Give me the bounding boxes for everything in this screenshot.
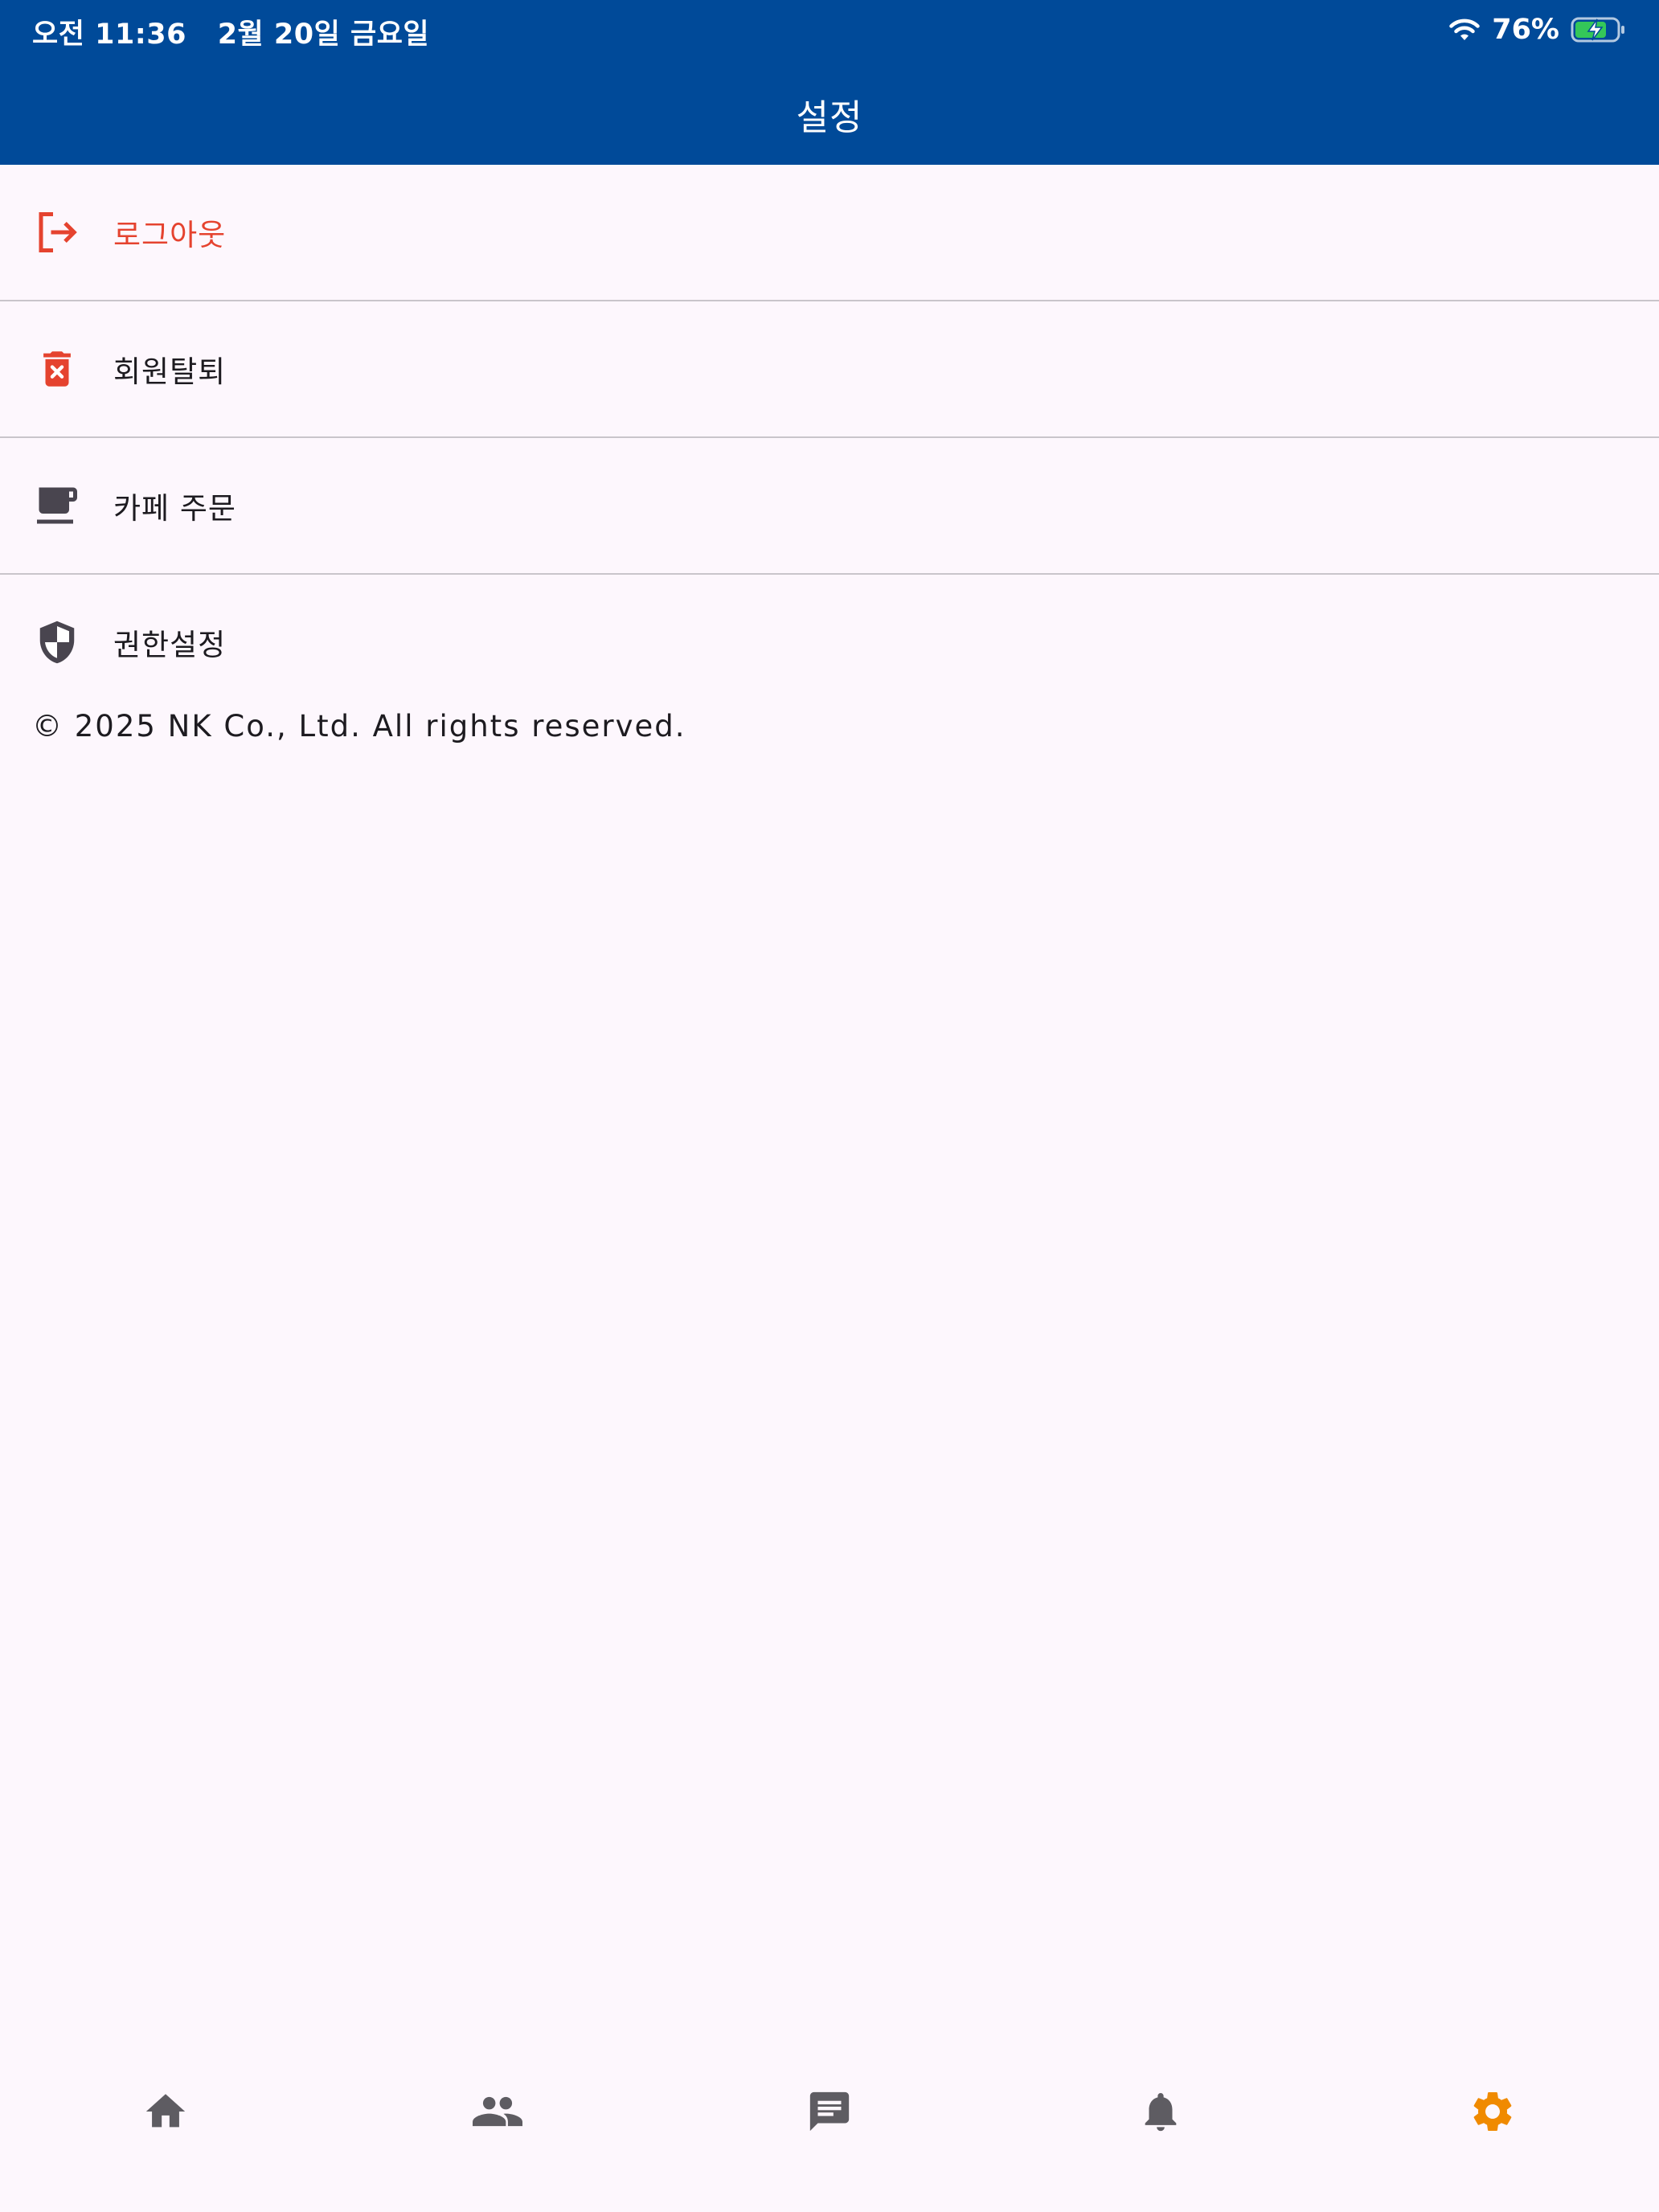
- settings-item-label: 권한설정: [113, 628, 227, 662]
- settings-item-label: 로그아웃: [113, 218, 227, 252]
- nav-notifications[interactable]: [1120, 2079, 1201, 2144]
- people-icon: [473, 2096, 522, 2127]
- settings-item-cafe-order[interactable]: 카페 주문: [0, 438, 1659, 575]
- wifi-icon: [1449, 18, 1480, 40]
- battery-charging-icon: [1571, 17, 1624, 43]
- logout-icon: [31, 206, 84, 259]
- settings-list: 로그아웃 회원탈퇴 카페 주문 권한설정: [0, 165, 1659, 710]
- home-icon: [145, 2094, 186, 2128]
- page-title: 설정: [796, 96, 863, 138]
- nav-home[interactable]: [125, 2079, 206, 2144]
- copyright-text: © 2025 NK Co., Ltd. All rights reserved.: [32, 709, 686, 743]
- battery-percent: 76%: [1492, 14, 1559, 46]
- bell-icon: [1145, 2093, 1177, 2132]
- status-indicators: 76%: [1448, 11, 1627, 48]
- settings-item-permissions[interactable]: 권한설정: [0, 575, 1659, 710]
- coffee-icon: [31, 479, 84, 532]
- settings-item-logout[interactable]: 로그아웃: [0, 165, 1659, 301]
- settings-item-delete-account[interactable]: 회원탈퇴: [0, 301, 1659, 438]
- nav-people[interactable]: [457, 2079, 538, 2144]
- shield-icon: [31, 616, 84, 669]
- delete-account-icon: [31, 342, 84, 395]
- gear-icon: [1473, 2092, 1512, 2131]
- status-time: 오전 11:36: [32, 18, 186, 51]
- app-bar: 설정: [0, 63, 1659, 165]
- settings-item-label: 카페 주문: [113, 491, 236, 526]
- nav-chat[interactable]: [789, 2079, 870, 2144]
- status-datetime: 오전 11:36 2월 20일 금요일: [32, 11, 450, 52]
- status-date: 2월 20일 금요일: [217, 18, 430, 51]
- status-bar: 오전 11:36 2월 20일 금요일 76%: [0, 0, 1659, 63]
- bottom-navigation: [0, 2055, 1659, 2212]
- nav-settings[interactable]: [1452, 2079, 1533, 2144]
- settings-item-label: 회원탈퇴: [113, 354, 227, 389]
- chat-icon: [809, 2091, 850, 2132]
